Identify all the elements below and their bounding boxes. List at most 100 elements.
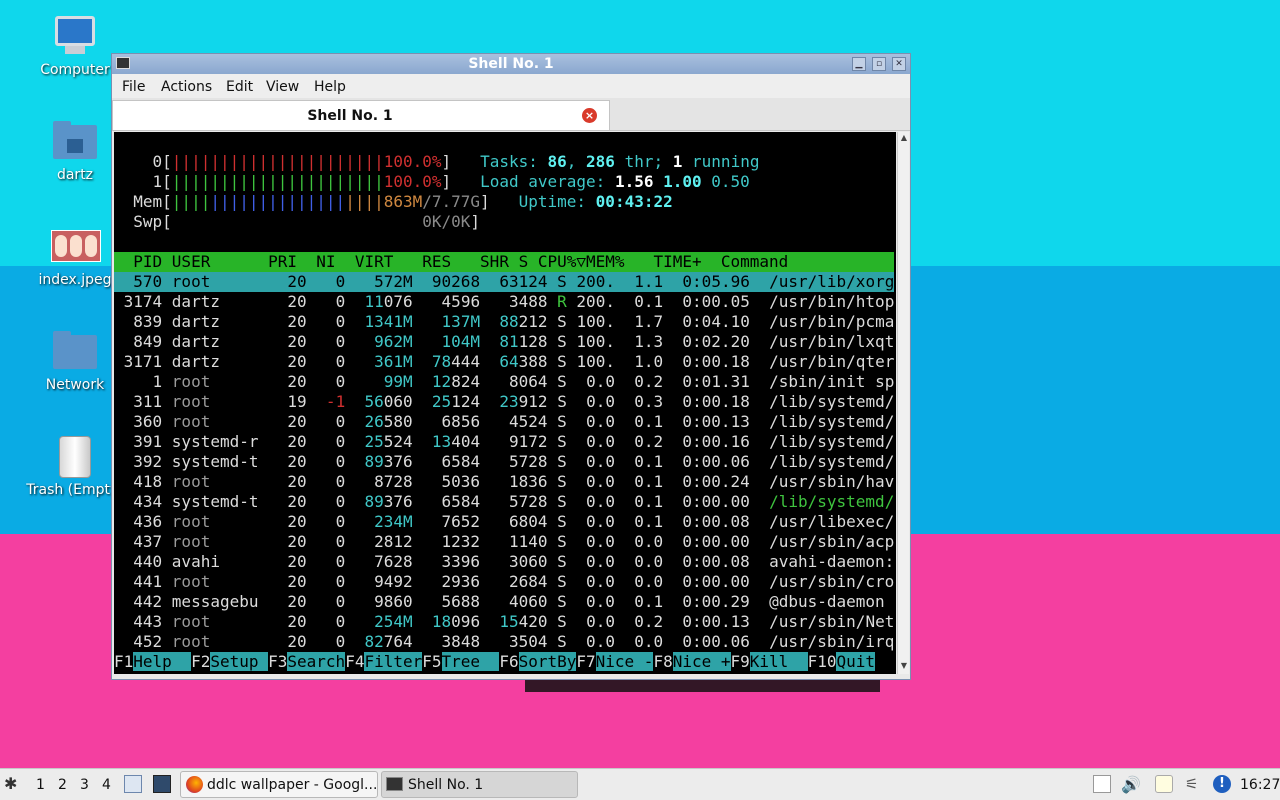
minimize-button[interactable]: ▁ bbox=[852, 57, 866, 71]
process-virt: 25524 bbox=[364, 432, 413, 451]
process-pri: 19 bbox=[268, 392, 317, 411]
clipboard-icon[interactable] bbox=[1093, 775, 1111, 793]
fkey-f5[interactable]: F5 bbox=[422, 652, 441, 671]
process-shr: 3504 bbox=[508, 632, 548, 651]
fkey-f9[interactable]: F9 bbox=[731, 652, 750, 671]
process-time: 0:00.16 bbox=[672, 432, 770, 451]
process-command: /usr/sbin/irq bbox=[769, 632, 895, 651]
process-virt: 56060 bbox=[364, 392, 413, 411]
process-row[interactable]: 392 systemd-t 20 0 89376 6584 5728 S 0.0… bbox=[114, 452, 894, 472]
workspace-1[interactable]: 1 bbox=[36, 777, 45, 793]
process-res: 78444 bbox=[431, 352, 481, 371]
desktop-icon-index-jpeg[interactable]: index.jpeg bbox=[25, 224, 125, 288]
workspace-3[interactable]: 3 bbox=[80, 777, 89, 793]
process-mem: 0.2 bbox=[624, 432, 673, 451]
network-icon[interactable]: ⚟ bbox=[1185, 775, 1203, 793]
process-command: avahi-daemon: bbox=[769, 552, 895, 571]
process-virt: 89376 bbox=[364, 452, 413, 471]
process-row[interactable]: 360 root 20 0 26580 6856 4524 S 0.0 0.1 … bbox=[114, 412, 894, 432]
process-command: /usr/sbin/Net bbox=[769, 612, 895, 631]
process-user: root bbox=[171, 632, 269, 651]
process-row[interactable]: 311 root 19 -1 56060 25124 23912 S 0.0 0… bbox=[114, 392, 894, 412]
process-ni: 0 bbox=[316, 332, 355, 351]
fkey-f3[interactable]: F3 bbox=[268, 652, 287, 671]
process-table-header[interactable]: PID USER PRI NI VIRT RES SHR S CPU%▽MEM%… bbox=[114, 252, 894, 272]
process-state: S bbox=[557, 412, 577, 431]
process-row[interactable]: 452 root 20 0 82764 3848 3504 S 0.0 0.0 … bbox=[114, 632, 894, 652]
process-row[interactable]: 442 messagebu 20 0 9860 5688 4060 S 0.0 … bbox=[114, 592, 894, 612]
process-row[interactable]: 434 systemd-t 20 0 89376 6584 5728 S 0.0… bbox=[114, 492, 894, 512]
menu-help[interactable]: Help bbox=[314, 79, 346, 95]
terminal-scrollbar[interactable]: ▲ ▼ bbox=[897, 132, 909, 674]
fkey-f10[interactable]: F10 bbox=[808, 652, 837, 671]
process-row[interactable]: 441 root 20 0 9492 2936 2684 S 0.0 0.0 0… bbox=[114, 572, 894, 592]
menu-file[interactable]: File bbox=[122, 79, 145, 95]
process-virt: 234M bbox=[374, 512, 413, 531]
process-pri: 20 bbox=[268, 452, 317, 471]
fkey-f6[interactable]: F6 bbox=[499, 652, 518, 671]
process-row[interactable]: 436 root 20 0 234M 7652 6804 S 0.0 0.1 0… bbox=[114, 512, 894, 532]
process-time: 0:00.08 bbox=[672, 512, 770, 531]
process-cpu: 0.0 bbox=[576, 392, 625, 411]
menu-edit[interactable]: Edit bbox=[226, 79, 253, 95]
process-shr: 1836 bbox=[508, 472, 548, 491]
file-manager-icon[interactable] bbox=[124, 775, 142, 793]
app-menu-icon[interactable]: ✱ bbox=[4, 774, 22, 793]
maximize-button[interactable]: ▫ bbox=[872, 57, 886, 71]
fkey-f1[interactable]: F1 bbox=[114, 652, 133, 671]
taskbar-shell-button[interactable]: Shell No. 1 bbox=[381, 771, 578, 798]
process-command: /sbin/init sp bbox=[769, 372, 895, 391]
close-window-button[interactable]: ✕ bbox=[892, 57, 906, 71]
process-row[interactable]: 849 dartz 20 0 962M 104M 81128 S 100. 1.… bbox=[114, 332, 894, 352]
desktop-icon-computer[interactable]: Computer bbox=[25, 14, 125, 78]
show-desktop-icon[interactable] bbox=[153, 775, 171, 793]
process-time: 0:00.18 bbox=[672, 392, 770, 411]
taskbar-firefox-button[interactable]: ddlc wallpaper - Googl... bbox=[180, 771, 378, 798]
process-pri: 20 bbox=[268, 612, 317, 631]
process-row[interactable]: 418 root 20 0 8728 5036 1836 S 0.0 0.1 0… bbox=[114, 472, 894, 492]
process-row[interactable]: 440 avahi 20 0 7628 3396 3060 S 0.0 0.0 … bbox=[114, 552, 894, 572]
window-titlebar[interactable]: Shell No. 1 ▁ ▫ ✕ bbox=[112, 54, 910, 74]
process-ni: 0 bbox=[316, 372, 355, 391]
process-user: messagebu bbox=[171, 592, 269, 611]
process-virt: 8728 bbox=[374, 472, 413, 491]
process-ni: 0 bbox=[316, 472, 355, 491]
cpu0-label: 0[ bbox=[152, 152, 172, 171]
process-mem: 0.1 bbox=[624, 512, 673, 531]
process-row[interactable]: 839 dartz 20 0 1341M 137M 88212 S 100. 1… bbox=[114, 312, 894, 332]
process-row[interactable]: 391 systemd-r 20 0 25524 13404 9172 S 0.… bbox=[114, 432, 894, 452]
volume-icon[interactable]: 🔊 bbox=[1121, 775, 1141, 794]
process-row[interactable]: 437 root 20 0 2812 1232 1140 S 0.0 0.0 0… bbox=[114, 532, 894, 552]
fkey-f7[interactable]: F7 bbox=[576, 652, 595, 671]
process-row[interactable]: 443 root 20 0 254M 18096 15420 S 0.0 0.2… bbox=[114, 612, 894, 632]
process-row[interactable]: 3171 dartz 20 0 361M 78444 64388 S 100. … bbox=[114, 352, 895, 372]
tab-shell-1[interactable]: Shell No. 1 × bbox=[112, 100, 610, 130]
process-mem: 0.1 bbox=[624, 292, 673, 311]
process-row[interactable]: 3174 dartz 20 0 11076 4596 3488 R 200. 0… bbox=[114, 292, 895, 312]
desktop-icon-dartz[interactable]: dartz bbox=[25, 119, 125, 183]
terminal-output[interactable]: 0[||||||||||||||||||||||100.0%] Tasks: 8… bbox=[114, 132, 896, 674]
process-row[interactable]: 570 root 20 0 572M 90268 63124 S 200. 1.… bbox=[114, 272, 894, 292]
fkey-f4[interactable]: F4 bbox=[345, 652, 364, 671]
desktop-icon-network[interactable]: Network bbox=[25, 329, 125, 393]
scroll-up-icon[interactable]: ▲ bbox=[898, 132, 910, 144]
close-tab-icon[interactable]: × bbox=[582, 108, 597, 123]
mem-label: Mem[ bbox=[133, 192, 172, 211]
tasks-label: Tasks: bbox=[480, 152, 538, 171]
process-state: S bbox=[557, 392, 577, 411]
fkey-f2[interactable]: F2 bbox=[191, 652, 210, 671]
workspace-2[interactable]: 2 bbox=[58, 777, 67, 793]
fkey-f8[interactable]: F8 bbox=[653, 652, 672, 671]
desktop-icon-trash[interactable]: Trash (Empty) bbox=[25, 434, 125, 498]
clock[interactable]: 16:27 bbox=[1240, 777, 1280, 793]
terminal-window: Shell No. 1 ▁ ▫ ✕ File Actions Edit View… bbox=[111, 53, 911, 680]
process-row[interactable]: 1 root 20 0 99M 12824 8064 S 0.0 0.2 0:0… bbox=[114, 372, 895, 392]
notes-icon[interactable] bbox=[1155, 775, 1173, 793]
menu-view[interactable]: View bbox=[266, 79, 299, 95]
scroll-down-icon[interactable]: ▼ bbox=[898, 660, 910, 672]
process-res: 5688 bbox=[441, 592, 481, 611]
cpu0-bars: |||||||||||||||||||||| bbox=[171, 152, 384, 171]
workspace-4[interactable]: 4 bbox=[102, 777, 111, 793]
update-notifier-icon[interactable]: ! bbox=[1213, 775, 1231, 793]
menu-actions[interactable]: Actions bbox=[161, 79, 212, 95]
